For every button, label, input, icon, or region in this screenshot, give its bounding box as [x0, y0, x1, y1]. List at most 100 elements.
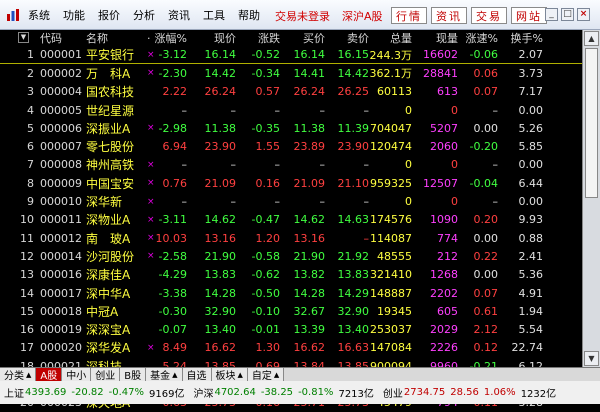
cell-code: 000020	[40, 341, 82, 355]
table-row[interactable]: 10 000011 深物业A × -3.11 14.62 -0.47 14.62 14.63 17…	[0, 211, 600, 229]
col-sell[interactable]: 卖价	[330, 30, 369, 46]
cell-vol: 0	[405, 103, 412, 117]
cell-chg: 10.03	[155, 231, 188, 245]
cell-vol: 0	[405, 195, 412, 209]
table-row[interactable]: 12 000014 沙河股份 × -2.58 21.90 -0.58 21.90 21.92 48…	[0, 247, 600, 265]
tab-8[interactable]: 自定 ▲	[247, 368, 285, 382]
cell-chg: –	[181, 103, 188, 117]
table-row[interactable]: 6 000007 零七股份 6.94 23.90 1.55 23.89 23.90 120474…	[0, 137, 600, 155]
cell-vol: 704047	[370, 121, 412, 135]
minimize-button[interactable]: _	[545, 8, 558, 21]
maximize-button[interactable]: □	[561, 8, 574, 21]
cell-idx: 16	[20, 323, 34, 337]
index-amount: 9169亿	[149, 389, 185, 400]
cell-diff: –	[274, 103, 281, 117]
table-row[interactable]: 7 000008 神州高铁 × – – – – –0 0–0.00	[0, 156, 600, 174]
cell-diff: 0.16	[255, 176, 281, 190]
menu-item-3[interactable]: 分析	[133, 7, 155, 23]
cell-price: 13.40	[204, 323, 237, 337]
cell-price: 21.90	[204, 249, 237, 263]
cell-code: 000008	[40, 158, 82, 172]
cell-spd: –	[492, 195, 499, 209]
website-button[interactable]: 网站	[511, 7, 547, 24]
cell-turn: 5.36	[518, 268, 544, 282]
col-name[interactable]: 名称	[86, 30, 144, 46]
tab-5[interactable]: 基金 ▲	[146, 368, 183, 382]
scroll-down-icon[interactable]: ▼	[584, 351, 599, 366]
cell-name: 深华发A	[86, 341, 131, 356]
close-button[interactable]: ×	[577, 8, 590, 21]
table-row[interactable]: 9 000010 深华新 × – – – – –0 0–0.00	[0, 192, 600, 210]
cell-idx: 14	[20, 286, 34, 300]
col-diff[interactable]: 涨跌	[243, 30, 280, 46]
column-menu-icon[interactable]: ▼	[18, 32, 29, 43]
cell-price: 26.24	[204, 85, 237, 99]
cell-vol: 147084	[370, 341, 412, 355]
cell-diff: -0.52	[251, 48, 280, 62]
table-row[interactable]: 16 000019 深深宝A -0.07 13.40 -0.01 13.39 13.40 253…	[0, 320, 600, 338]
trade-button[interactable]: 交易	[471, 7, 507, 24]
table-row[interactable]: 13 000016 深康佳A -4.29 13.83 -0.62 13.82 13.83 321…	[0, 266, 600, 284]
index-1[interactable]: 沪深 4702.64 -38.25 -0.81% 7213亿	[193, 385, 378, 400]
cell-diff: -0.47	[251, 213, 280, 227]
cell-chg: -4.29	[158, 268, 187, 282]
tab-6[interactable]: 自选	[182, 368, 212, 382]
menu-item-2[interactable]: 报价	[98, 7, 120, 23]
index-0[interactable]: 上证 4393.69 -20.82 -0.47% 9169亿	[4, 385, 189, 400]
table-row[interactable]: 11 000012 南 玻A × 10.03 13.16 1.20 13.16–114087 7…	[0, 229, 600, 247]
col-turnover[interactable]: 换手%	[503, 30, 543, 46]
cell-spd: -0.06	[469, 48, 498, 62]
cell-vol: 60113	[377, 85, 412, 99]
cell-cur: 2029	[430, 323, 458, 337]
vertical-scrollbar[interactable]: ▲ ▼	[582, 30, 600, 367]
tab-0[interactable]: 分类 ▲	[0, 368, 37, 382]
quote-button[interactable]: 行情	[391, 7, 427, 24]
market-label[interactable]: 深沪A股	[342, 8, 383, 24]
menu-item-5[interactable]: 工具	[203, 7, 225, 23]
table-row[interactable]: 5 000006 深振业A × -2.98 11.38 -0.35 11.38 11.39 704…	[0, 119, 600, 137]
menu-item-4[interactable]: 资讯	[168, 7, 190, 23]
news-button[interactable]: 资讯	[431, 7, 467, 24]
trade-login-status[interactable]: 交易未登录	[275, 8, 330, 24]
col-speed[interactable]: 涨速%	[465, 30, 498, 46]
tab-4[interactable]: B股	[120, 368, 147, 382]
table-row[interactable]: 8 000009 中国宝安 × 0.76 21.09 0.16 21.09 21.10 95932…	[0, 174, 600, 192]
cell-name: 深振业A	[86, 121, 131, 136]
cell-spd: –	[492, 103, 499, 117]
menu-item-6[interactable]: 帮助	[238, 7, 260, 23]
col-current-volume[interactable]: 现量	[418, 30, 458, 46]
tab-3[interactable]: 创业	[91, 368, 121, 382]
col-code[interactable]: 代码	[40, 30, 80, 46]
table-row[interactable]: 3 000004 国农科技 2.22 26.24 0.57 26.24 26.25 60113 6…	[0, 83, 600, 101]
table-row[interactable]: 4 000005 世纪星源 – – – – – 0 0 – 0.00	[0, 101, 600, 119]
scroll-thumb[interactable]	[585, 48, 598, 198]
cell-name: 深中华A	[86, 286, 131, 301]
tab-7[interactable]: 板块 ▲	[211, 368, 248, 382]
cell-buy: 13.39	[293, 323, 326, 337]
col-buy[interactable]: 买价	[287, 30, 325, 46]
cell-vol: 19345	[377, 304, 412, 318]
tab-2[interactable]: 中小	[62, 368, 92, 382]
tab-label: 创业	[95, 371, 116, 382]
cell-price: 23.90	[204, 140, 237, 154]
cell-spd: -0.04	[469, 176, 498, 190]
table-row[interactable]: 17 000020 深华发A × 8.49 16.62 1.30 16.62 16.63 1470…	[0, 339, 600, 357]
table-row[interactable]: 15 000018 中冠A -0.30 32.90 -0.10 32.67 32.90 1934…	[0, 302, 600, 320]
table-row[interactable]: 14 000017 深中华A -3.38 14.28 -0.50 14.28 14.29 148…	[0, 284, 600, 302]
scroll-up-icon[interactable]: ▲	[584, 31, 599, 46]
cell-code: 000011	[40, 213, 82, 227]
tab-1[interactable]: A股	[36, 368, 63, 382]
table-row[interactable]: 1 000001 平安银行 × -3.12 16.14 -0.52 16.14 16.15 244…	[0, 46, 600, 65]
index-pct: -0.47%	[108, 387, 144, 398]
index-2[interactable]: 创业 2734.75 28.56 1.06% 1232亿	[383, 385, 561, 400]
table-row[interactable]: 2 000002 万 科A × -2.30 14.42 -0.34 14.41 14.42 362…	[0, 64, 600, 82]
col-volume[interactable]: 总量	[370, 30, 412, 46]
cell-buy: 23.89	[293, 140, 326, 154]
menu-item-0[interactable]: 系统	[28, 7, 50, 23]
col-change-pct[interactable]: 涨幅%	[152, 30, 187, 46]
cell-buy: 14.62	[293, 213, 326, 227]
cell-name: 平安银行	[86, 48, 135, 63]
cell-spd: 0.22	[473, 249, 499, 263]
col-price[interactable]: 现价	[196, 30, 236, 46]
menu-item-1[interactable]: 功能	[63, 7, 85, 23]
